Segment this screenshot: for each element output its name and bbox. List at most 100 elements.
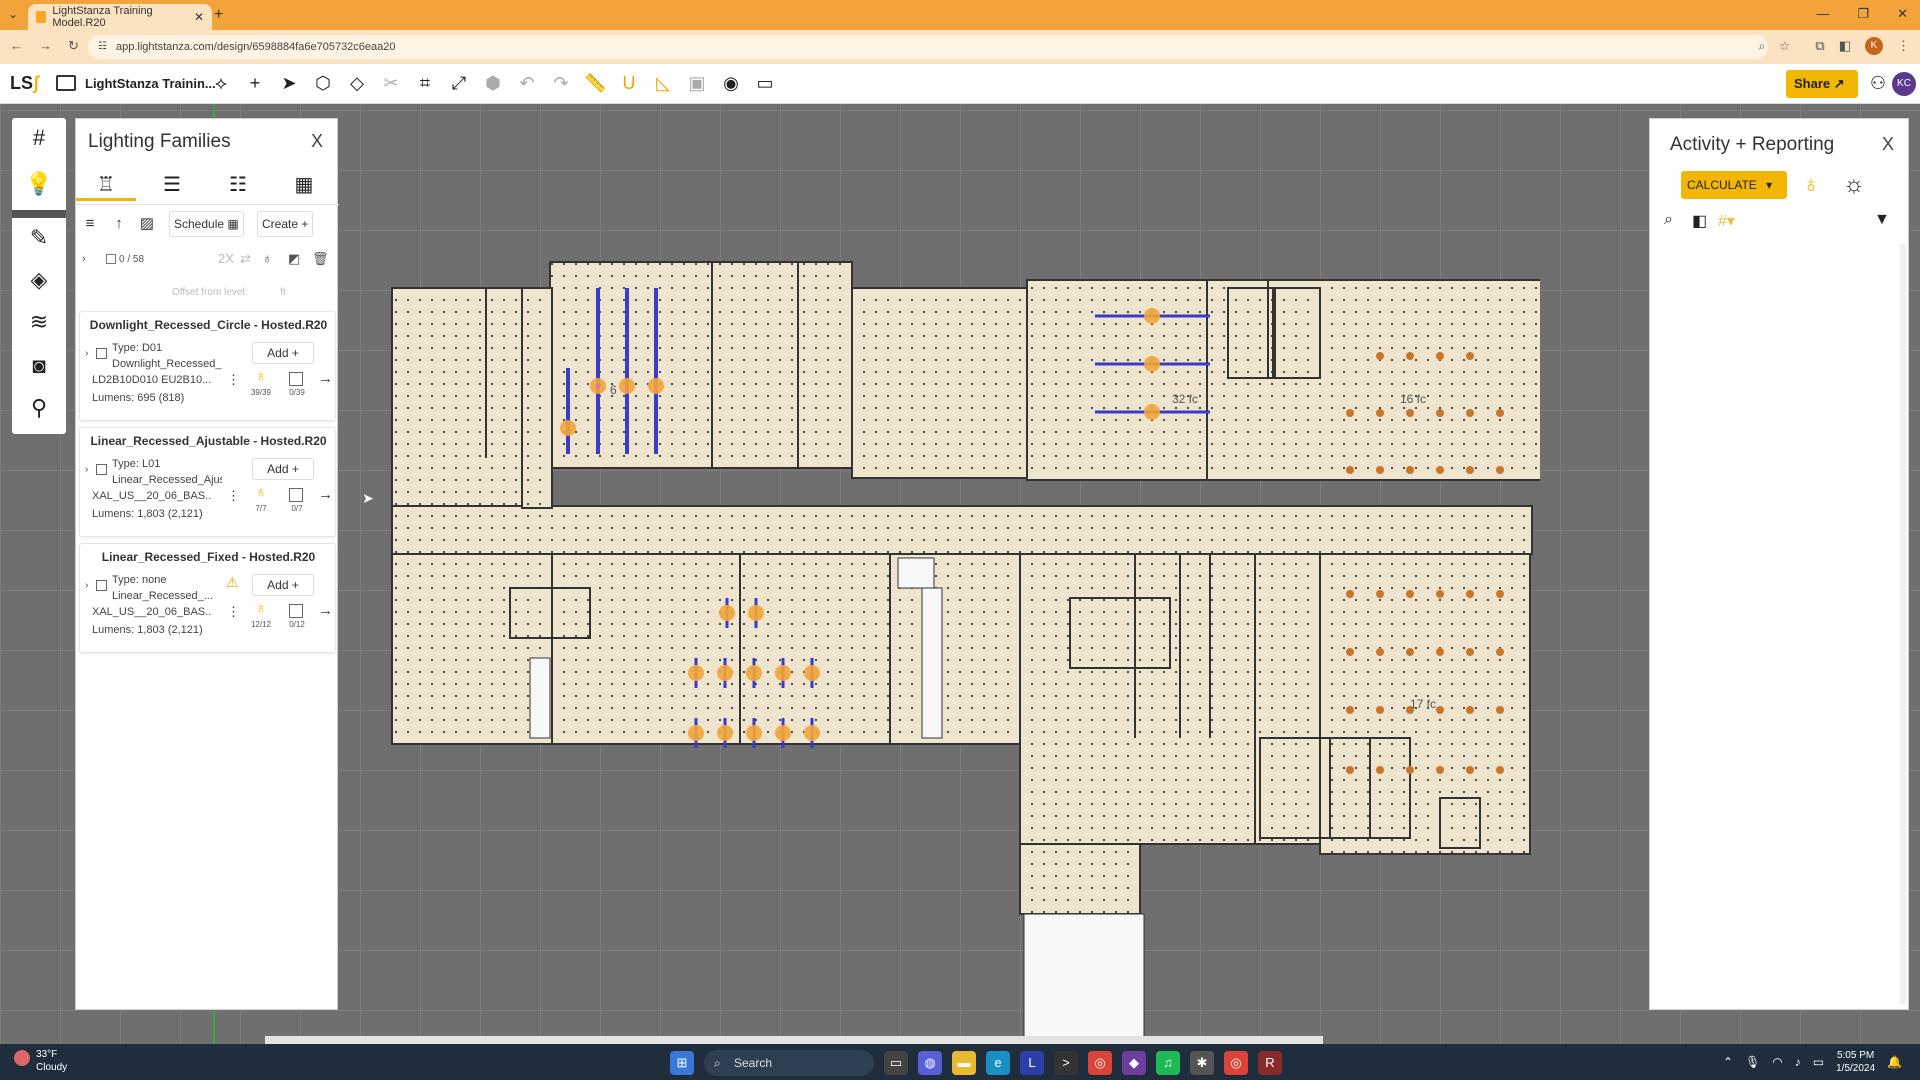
hatch-icon[interactable]: ▨: [136, 213, 158, 235]
add-icon[interactable]: +: [244, 72, 266, 94]
bulb-icon[interactable]: ♁: [1802, 171, 1820, 199]
users-icon[interactable]: ⚇: [1870, 73, 1886, 94]
offset-field[interactable]: Offset from level: ft: [172, 287, 286, 298]
maximize-icon[interactable]: ❐: [1857, 6, 1869, 22]
goto-arrow-icon[interactable]: →: [318, 370, 333, 387]
bulb-toggle-icon[interactable]: ♁: [262, 250, 273, 266]
site-info-icon[interactable]: ☷: [98, 35, 107, 59]
project-name[interactable]: LightStanza Trainin...: [85, 76, 216, 91]
undo-icon[interactable]: ↶: [516, 72, 538, 94]
sort-up-icon[interactable]: ↑: [108, 213, 130, 235]
filter-icon[interactable]: ▼: [1874, 211, 1890, 229]
tab-fixture-list-icon[interactable]: ☰: [142, 171, 202, 201]
tab-grid-icon[interactable]: ▦: [274, 171, 334, 201]
battery-icon[interactable]: ▭: [1813, 1055, 1824, 1069]
task-view-icon[interactable]: ▭: [884, 1051, 908, 1075]
edge-icon[interactable]: e: [986, 1051, 1010, 1075]
square-toggle-icon[interactable]: [289, 604, 303, 618]
file-explorer-icon[interactable]: ▬: [952, 1051, 976, 1075]
back-icon[interactable]: ←: [10, 38, 23, 54]
lightstanza-logo[interactable]: LSʃ: [10, 73, 39, 94]
search-icon[interactable]: ⌕: [1664, 211, 1673, 229]
select-all-checkbox[interactable]: [106, 254, 116, 264]
tab-list-chevron-icon[interactable]: ⌄: [8, 7, 18, 21]
browser-tab[interactable]: LightStanza Training Model.R20 ✕: [28, 4, 212, 30]
family-checkbox[interactable]: [96, 580, 107, 591]
add-fixture-button[interactable]: Add +: [252, 342, 314, 364]
extrude-icon[interactable]: ⬢: [482, 72, 504, 94]
bookmark-star-icon[interactable]: ☆: [1779, 39, 1790, 54]
panel-close-button[interactable]: X: [311, 131, 323, 152]
browser-menu-icon[interactable]: ⋮: [1897, 38, 1910, 54]
user-avatar[interactable]: KC: [1892, 72, 1916, 96]
redo-icon[interactable]: ↷: [550, 72, 572, 94]
horizontal-scrollbar[interactable]: [265, 1036, 1323, 1044]
swap-icon[interactable]: ⇄: [240, 251, 251, 267]
scale-icon[interactable]: ⤢: [448, 72, 470, 94]
add-fixture-button[interactable]: Add +: [252, 458, 314, 480]
zoom-icon[interactable]: ⌕: [1759, 39, 1766, 54]
layers-icon[interactable]: ≋: [25, 308, 53, 336]
schedule-button[interactable]: Schedule ▦: [169, 211, 244, 237]
family-checkbox[interactable]: [96, 348, 107, 359]
family-checkbox[interactable]: [96, 464, 107, 475]
goto-arrow-icon[interactable]: →: [318, 602, 333, 619]
expand-chevron-icon[interactable]: ›: [85, 580, 88, 591]
slack-icon[interactable]: ✱: [1190, 1051, 1214, 1075]
panel-close-button[interactable]: X: [1882, 134, 1894, 155]
multiplier-label[interactable]: 2X: [218, 251, 234, 266]
draw-wall-icon[interactable]: ⟡: [210, 72, 232, 94]
lightstanza-app-icon[interactable]: L: [1020, 1051, 1044, 1075]
warning-icon[interactable]: ⚠: [226, 574, 239, 591]
paint-icon[interactable]: ◈: [25, 266, 53, 294]
daylight-off-icon[interactable]: ☼: [1843, 171, 1865, 199]
goto-arrow-icon[interactable]: →: [318, 486, 333, 503]
tray-overflow-icon[interactable]: ⌃: [1723, 1055, 1733, 1069]
camera-icon[interactable]: ◙: [25, 352, 53, 380]
3d-box-icon[interactable]: ⬡: [312, 72, 334, 94]
grid-hash-icon[interactable]: #: [25, 124, 53, 152]
taskbar-clock[interactable]: 5:05 PM 1/5/2024: [1836, 1049, 1875, 1075]
tab-filter-list-icon[interactable]: ☷: [208, 171, 268, 201]
family-card[interactable]: Linear_Recessed_Ajustable - Hosted.R20 ›…: [79, 427, 336, 537]
cut-icon[interactable]: ✂: [380, 72, 402, 94]
terminal-icon[interactable]: >: [1054, 1051, 1078, 1075]
shape-icon[interactable]: ◇: [346, 72, 368, 94]
pencil-icon[interactable]: ✎: [25, 224, 53, 252]
minimize-icon[interactable]: —: [1816, 6, 1829, 22]
extensions-icon[interactable]: ⧉: [1815, 38, 1824, 54]
add-fixture-button[interactable]: Add +: [252, 574, 314, 596]
screen-icon[interactable]: ▭: [754, 72, 776, 94]
expand-chevron-icon[interactable]: ›: [85, 348, 88, 359]
layers-view-icon[interactable]: ▣: [686, 72, 708, 94]
measure-ruler-icon[interactable]: 📏: [584, 72, 606, 94]
new-tab-icon[interactable]: +: [214, 6, 223, 24]
sort-icon[interactable]: ≡: [79, 213, 101, 235]
revit-icon[interactable]: R: [1258, 1051, 1282, 1075]
browser-profile-avatar[interactable]: K: [1865, 37, 1883, 55]
crop-icon[interactable]: ⌗: [414, 72, 436, 94]
delete-trash-icon[interactable]: 🗑: [312, 251, 329, 267]
select-pointer-icon[interactable]: ➤: [278, 72, 300, 94]
angle-icon[interactable]: ◺: [652, 72, 674, 94]
start-icon[interactable]: ⊞: [670, 1051, 694, 1075]
weather-widget[interactable]: 33°F Cloudy: [14, 1048, 67, 1074]
bulb-icon[interactable]: ♁: [250, 484, 272, 502]
expand-chevron-icon[interactable]: ›: [85, 464, 88, 475]
expand-all-chevron-icon[interactable]: ›: [82, 253, 86, 265]
visual-studio-icon[interactable]: ◆: [1122, 1051, 1146, 1075]
chrome-profile-icon[interactable]: ◎: [1224, 1051, 1248, 1075]
split-view-icon[interactable]: ◧: [1692, 211, 1707, 231]
snap-magnet-icon[interactable]: U: [618, 72, 640, 94]
visibility-eye-icon[interactable]: ◉: [720, 72, 742, 94]
calculate-button[interactable]: CALCULATE ▾: [1681, 171, 1787, 199]
window-close-icon[interactable]: ✕: [1897, 6, 1908, 22]
family-card[interactable]: Downlight_Recessed_Circle - Hosted.R20 ›…: [79, 311, 336, 421]
wifi-icon[interactable]: ◠: [1772, 1055, 1782, 1069]
share-button[interactable]: Share ↗: [1786, 70, 1858, 98]
bulb-icon[interactable]: ♁: [250, 368, 272, 386]
forward-icon[interactable]: →: [39, 38, 52, 54]
volume-icon[interactable]: ♪: [1795, 1055, 1801, 1069]
family-card[interactable]: Linear_Recessed_Fixed - Hosted.R20 › Typ…: [79, 543, 336, 653]
more-options-icon[interactable]: ⋮: [227, 604, 240, 620]
